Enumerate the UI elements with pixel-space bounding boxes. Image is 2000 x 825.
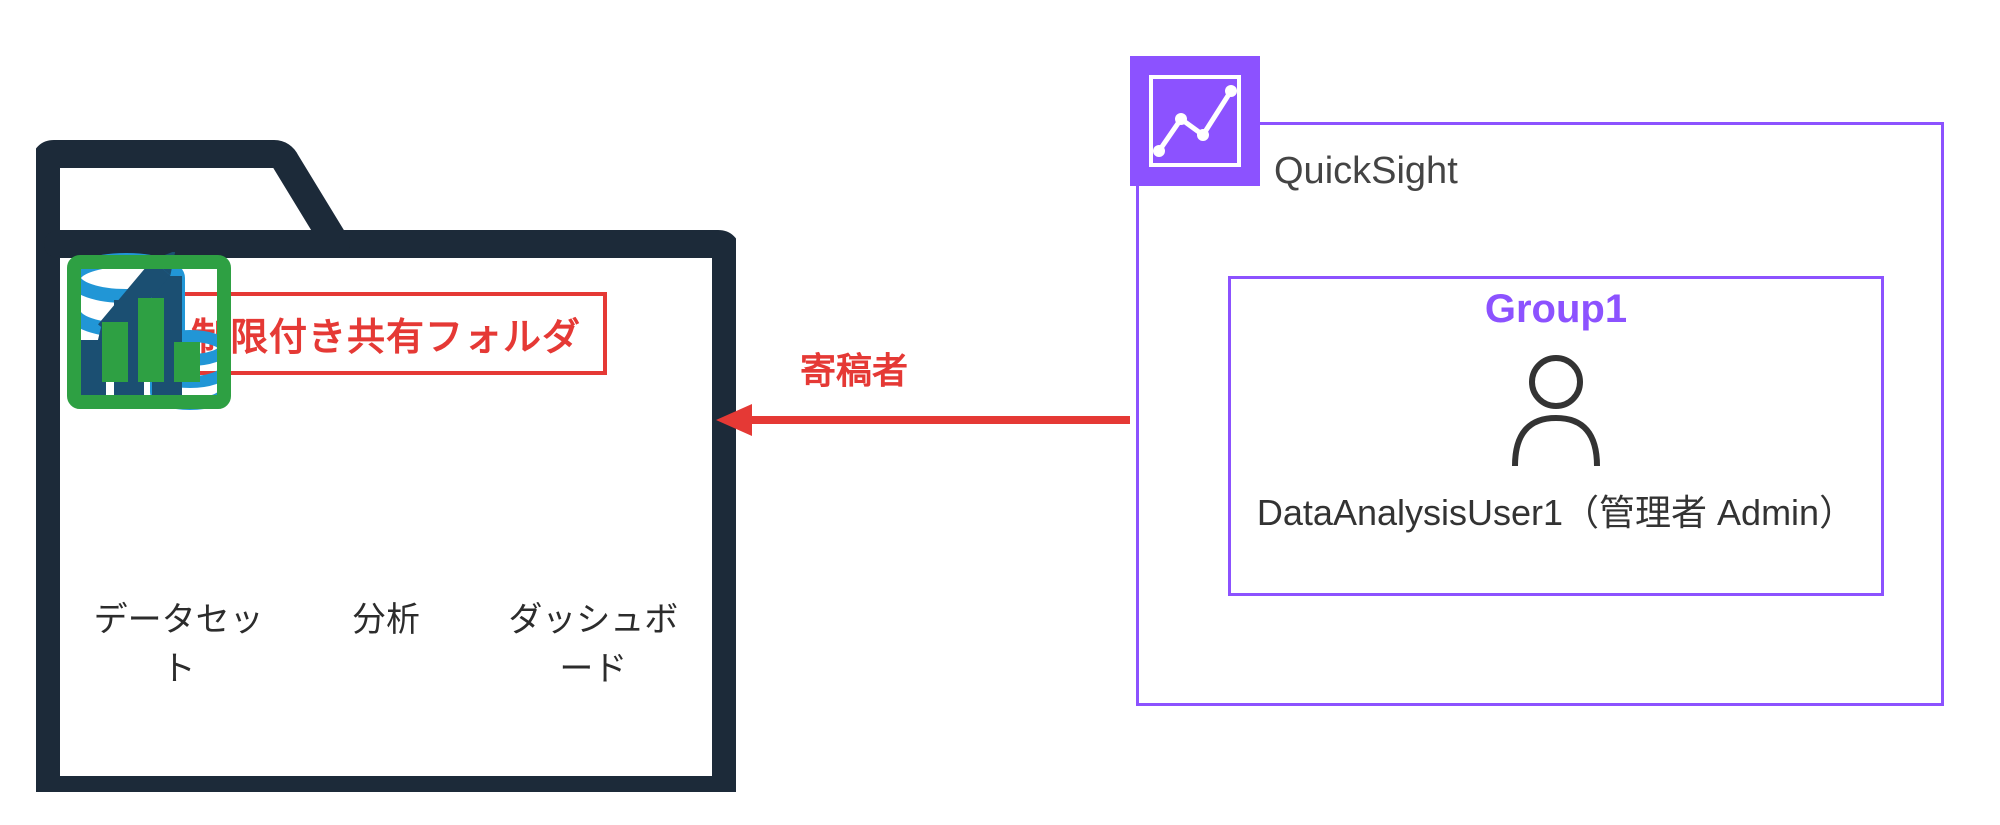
- user-icon: [1231, 350, 1881, 470]
- dashboard-label: ダッシュボード: [499, 592, 688, 690]
- folder-body: 制限付き共有フォルダ: [64, 252, 708, 802]
- folder-item-analysis: 分析: [291, 415, 480, 690]
- folder-item-dataset: データセット: [84, 415, 273, 690]
- group-container: Group1 DataAnalysisUser1（管理者 Admin）: [1228, 276, 1884, 596]
- relation-arrow-icon: [710, 390, 1140, 450]
- diagram-canvas: 制限付き共有フォルダ: [0, 0, 2000, 825]
- analysis-icon: [291, 415, 480, 580]
- quicksight-icon: [1130, 56, 1260, 186]
- relation-role-label: 寄稿者: [800, 342, 908, 394]
- user-label: DataAnalysisUser1（管理者 Admin）: [1231, 484, 1881, 536]
- dataset-icon: [84, 415, 273, 580]
- dashboard-icon: [499, 415, 688, 580]
- dataset-label: データセット: [84, 592, 273, 690]
- quicksight-label: QuickSight: [1274, 150, 1458, 193]
- shared-folder: 制限付き共有フォルダ: [36, 72, 736, 792]
- folder-item-dashboard: ダッシュボード: [499, 415, 688, 690]
- group-title: Group1: [1231, 287, 1881, 332]
- analysis-label: 分析: [291, 592, 480, 641]
- folder-items-row: データセット: [84, 415, 688, 690]
